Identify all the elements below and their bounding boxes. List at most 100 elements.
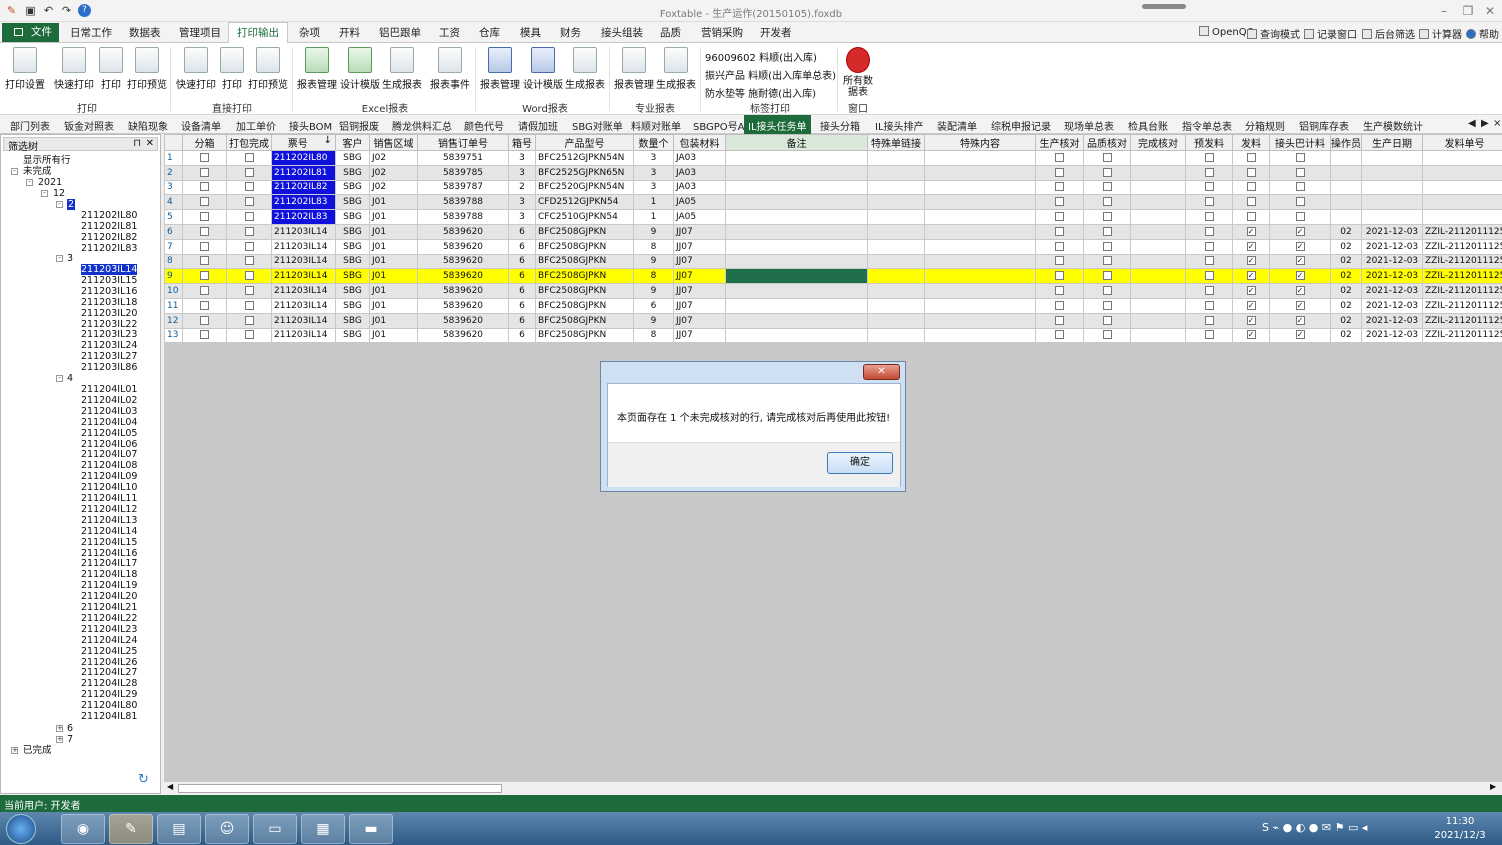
model-cell[interactable]: CFD2512GJPKN54: [535, 194, 634, 211]
menu-sales-purchase[interactable]: 营销采购: [701, 25, 743, 40]
operator-cell[interactable]: [1330, 194, 1362, 211]
quality-check-checkbox[interactable]: [1083, 194, 1131, 211]
packed-checkbox[interactable]: [226, 283, 272, 299]
sort-arrow-icon[interactable]: ↓: [324, 136, 332, 147]
operator-cell[interactable]: [1330, 150, 1362, 166]
quantity-cell[interactable]: 1: [633, 194, 674, 211]
column-header[interactable]: 生产核对: [1035, 134, 1084, 151]
special-link-cell[interactable]: [867, 268, 925, 285]
tree-ticket-item[interactable]: 211204IL10: [81, 482, 137, 493]
production-check-checkbox[interactable]: [1035, 327, 1084, 344]
operator-cell[interactable]: 02: [1330, 283, 1362, 299]
tree-day-3[interactable]: 3: [67, 253, 73, 264]
collapse-icon[interactable]: -: [56, 201, 63, 208]
special-link-cell[interactable]: [867, 150, 925, 166]
table-row[interactable]: 9 211203IL14 SBG J01 5839620 6 BFC2508GJPKN 8 JJ…: [164, 268, 1502, 285]
tree-ticket-item[interactable]: 211204IL03: [81, 406, 137, 417]
tree-ticket-item[interactable]: 211203IL86: [81, 362, 137, 373]
pre-issue-checkbox[interactable]: [1185, 223, 1233, 240]
special-content-cell[interactable]: [924, 253, 1036, 270]
tree-show-all[interactable]: 显示所有行: [23, 155, 71, 166]
scroll-thumb[interactable]: [178, 784, 502, 793]
order-number-cell[interactable]: 5839620: [417, 268, 509, 285]
issue-checkbox[interactable]: ✓: [1232, 253, 1270, 270]
tree-ticket-item[interactable]: 211204IL20: [81, 591, 137, 602]
checked-box-icon[interactable]: ✓: [1246, 286, 1256, 296]
sales-area-cell[interactable]: J01: [369, 209, 418, 225]
direct-quick-print-button[interactable]: 快速打印: [176, 47, 216, 93]
table-row[interactable]: 7 211203IL14 SBG J01 5839620 6 BFC2508GJPKN 8 JJ…: [164, 238, 1502, 255]
customer-cell[interactable]: SBG: [335, 253, 370, 270]
issue-slip-cell[interactable]: ZZIL-2112011125: [1422, 297, 1502, 314]
checked-box-icon[interactable]: ✓: [1246, 241, 1256, 251]
checked-box-icon[interactable]: ✓: [1246, 330, 1256, 340]
table-row[interactable]: 3 211202IL82 SBG J02 5839787 2 BFC2520GJPKN54N…: [164, 179, 1502, 196]
label-print-item[interactable]: 96009602 料顺(出入库): [705, 49, 817, 64]
background-filter-tool[interactable]: 后台筛选: [1362, 26, 1415, 41]
packaging-cell[interactable]: JJ07: [673, 268, 726, 285]
issue-checkbox[interactable]: [1232, 164, 1270, 181]
row-number[interactable]: 4: [164, 194, 183, 211]
table-row[interactable]: 13 211203IL14 SBG J01 5839620 6 BFC2508GJPKN 8 J…: [164, 327, 1502, 344]
expand-icon[interactable]: +: [56, 725, 63, 732]
row-number[interactable]: 8: [164, 253, 183, 270]
checkbox-icon[interactable]: [1102, 167, 1112, 177]
box-number-cell[interactable]: 6: [508, 223, 536, 240]
production-check-checkbox[interactable]: [1035, 283, 1084, 299]
excel-design-template-button[interactable]: 设计模版: [340, 47, 380, 93]
ok-button[interactable]: 确定: [827, 452, 893, 474]
column-header[interactable]: 销售区域: [369, 134, 418, 151]
packed-checkbox[interactable]: [226, 223, 272, 240]
completion-check-cell[interactable]: [1130, 238, 1186, 255]
tree-ticket-item[interactable]: 211204IL14: [81, 526, 137, 537]
quality-check-checkbox[interactable]: [1083, 327, 1131, 344]
note-cell[interactable]: [725, 283, 868, 299]
issue-checkbox[interactable]: ✓: [1232, 223, 1270, 240]
checked-box-icon[interactable]: ✓: [1246, 300, 1256, 310]
bar-material-checkbox[interactable]: ✓: [1269, 238, 1331, 255]
tab-color-code[interactable]: 颜色代号: [464, 118, 504, 133]
tab-il-schedule[interactable]: IL接头排产: [875, 118, 924, 133]
tab-mold-stats[interactable]: 生产模数统计: [1363, 118, 1423, 133]
note-cell[interactable]: [725, 209, 868, 225]
checked-box-icon[interactable]: ✓: [1295, 300, 1305, 310]
completion-check-cell[interactable]: [1130, 268, 1186, 285]
operator-cell[interactable]: 02: [1330, 297, 1362, 314]
menu-daily-work[interactable]: 日常工作: [70, 25, 112, 40]
checkbox-icon[interactable]: [200, 286, 209, 296]
checkbox-icon[interactable]: [1055, 226, 1064, 236]
note-cell[interactable]: [725, 164, 868, 181]
operator-cell[interactable]: 02: [1330, 238, 1362, 255]
table-row[interactable]: 8 211203IL14 SBG J01 5839620 6 BFC2508GJPKN 9 JJ…: [164, 253, 1502, 270]
bar-material-checkbox[interactable]: [1269, 164, 1331, 181]
order-number-cell[interactable]: 5839788: [417, 194, 509, 211]
checkbox-icon[interactable]: [1055, 182, 1064, 192]
menu-manage-items[interactable]: 管理项目: [179, 25, 221, 40]
collapse-icon[interactable]: -: [41, 190, 48, 197]
quantity-cell[interactable]: 9: [633, 253, 674, 270]
taskbar-foxtable-icon[interactable]: ✎: [109, 814, 153, 844]
checkbox-icon[interactable]: [1102, 152, 1112, 162]
packed-checkbox[interactable]: [226, 150, 272, 166]
production-date-cell[interactable]: 2021-12-03: [1361, 297, 1423, 314]
issue-checkbox[interactable]: [1232, 150, 1270, 166]
packed-checkbox[interactable]: [226, 238, 272, 255]
pre-issue-checkbox[interactable]: [1185, 209, 1233, 225]
production-check-checkbox[interactable]: [1035, 312, 1084, 329]
box-number-cell[interactable]: 3: [508, 194, 536, 211]
scroll-right-icon[interactable]: ▶: [1490, 782, 1496, 791]
checkbox-icon[interactable]: [1055, 241, 1064, 251]
box-number-cell[interactable]: 3: [508, 164, 536, 181]
tab-dept-list[interactable]: 部门列表: [10, 118, 50, 133]
boxing-checkbox[interactable]: [182, 164, 227, 181]
tree-ticket-item[interactable]: 211204IL17: [81, 558, 137, 569]
sales-area-cell[interactable]: J01: [369, 327, 418, 344]
packed-checkbox[interactable]: [226, 297, 272, 314]
packaging-cell[interactable]: JA03: [673, 150, 726, 166]
clock-date[interactable]: 2021/12/3: [1430, 830, 1490, 841]
special-content-cell[interactable]: [924, 312, 1036, 329]
sales-area-cell[interactable]: J02: [369, 179, 418, 196]
bar-material-checkbox[interactable]: ✓: [1269, 297, 1331, 314]
tab-gauge-ledger[interactable]: 检具台账: [1128, 118, 1168, 133]
menu-wages[interactable]: 工资: [439, 25, 460, 40]
